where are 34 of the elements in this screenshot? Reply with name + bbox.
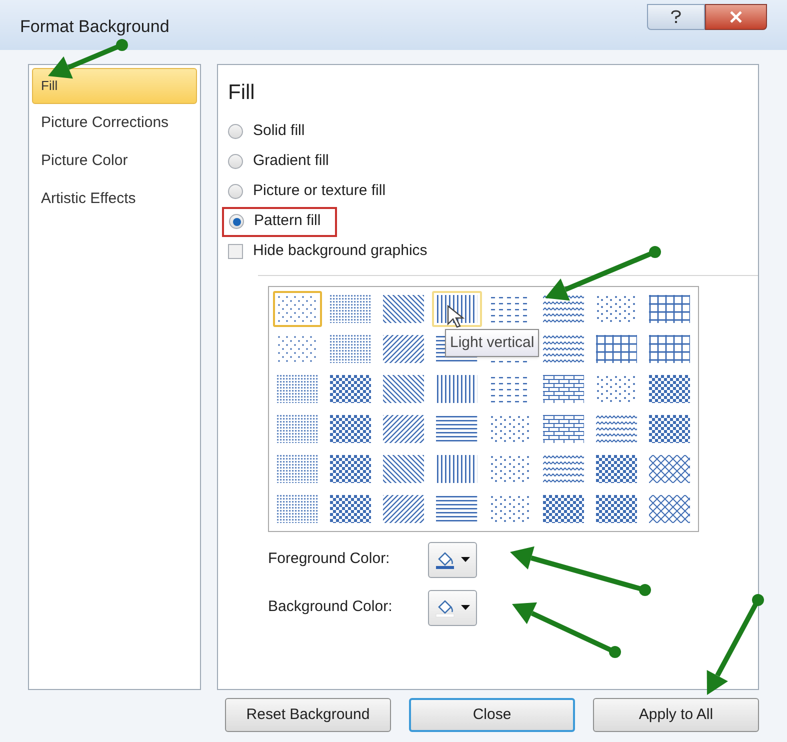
option-label: Solid fill [253, 121, 305, 142]
category-item[interactable]: Picture Color [32, 142, 197, 180]
option-label: Hide background graphics [253, 241, 428, 262]
color-picker-button[interactable] [428, 542, 477, 578]
paint-bucket-icon [435, 598, 455, 618]
paint-bucket-icon [435, 550, 455, 570]
color-label: Foreground Color: [268, 549, 391, 570]
pattern-swatch[interactable] [273, 290, 322, 326]
option-label: Pattern fill [254, 211, 321, 232]
dialog-button[interactable]: Reset Background [225, 698, 391, 732]
close-icon [730, 11, 742, 23]
mouse-pointer-icon [447, 304, 465, 328]
help-button[interactable] [647, 4, 705, 30]
dialog-button[interactable]: Close [409, 698, 575, 732]
section-heading: Fill [228, 80, 256, 106]
category-item[interactable]: Artistic Effects [32, 180, 197, 218]
help-icon [670, 10, 682, 24]
category-item[interactable]: Picture Corrections [32, 104, 197, 142]
category-item[interactable]: Fill [32, 68, 197, 104]
color-label: Background Color: [268, 597, 394, 618]
dialog-button[interactable]: Apply to All [593, 698, 759, 732]
dropdown-arrow-icon [461, 557, 470, 562]
dropdown-arrow-icon [461, 605, 470, 610]
option-label: Gradient fill [253, 151, 329, 172]
option-label: Picture or texture fill [253, 181, 386, 202]
checkbox[interactable] [228, 244, 243, 259]
tooltip: Light vertical [445, 328, 540, 357]
radio-button[interactable] [228, 154, 243, 169]
radio-button[interactable] [228, 124, 243, 139]
close-button[interactable] [705, 4, 767, 30]
radio-button[interactable] [229, 214, 244, 229]
color-picker-button[interactable] [428, 590, 477, 626]
window-title: Format Background [20, 16, 170, 38]
radio-button[interactable] [228, 184, 243, 199]
